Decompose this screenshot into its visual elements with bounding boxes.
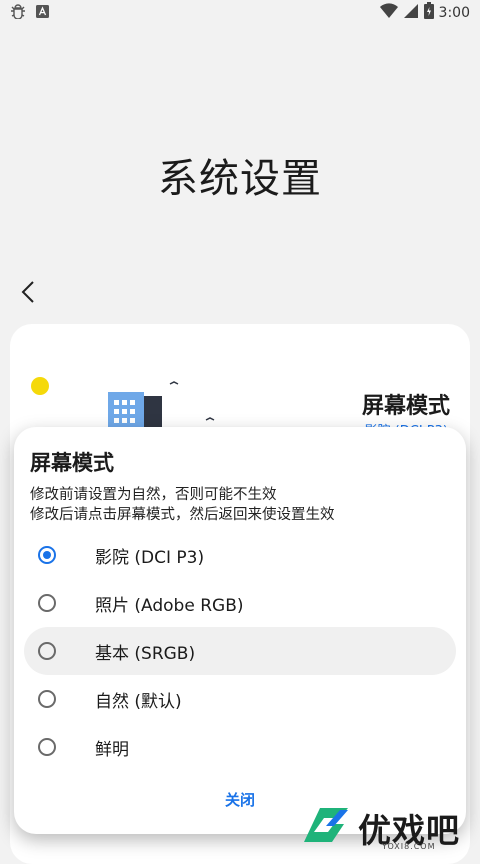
option-photo[interactable]: 照片 (Adobe RGB) [24, 579, 456, 627]
option-label: 基本 (SRGB) [95, 643, 196, 664]
radio-button[interactable] [38, 738, 56, 756]
option-label: 鲜明 [95, 739, 129, 760]
a-box-icon [36, 4, 49, 22]
radio-button[interactable] [38, 690, 56, 708]
option-basic[interactable]: 基本 (SRGB) [24, 627, 456, 675]
chevron-left-icon [21, 281, 34, 303]
dialog-message-line: 修改前请设置为自然，否则可能不生效 [30, 487, 277, 503]
option-natural[interactable]: 自然 (默认) [24, 675, 456, 723]
status-time: 3:00 [438, 4, 470, 21]
watermark-logo: 优戏吧 YOXI8.COM [300, 802, 476, 854]
option-label: 影院 (DCI P3) [95, 547, 205, 568]
option-vivid[interactable]: 鲜明 [24, 723, 456, 771]
dialog-message: 修改前请设置为自然，否则可能不生效 修改后请点击屏幕模式，然后返回来使设置生效 [30, 485, 335, 525]
option-label: 照片 (Adobe RGB) [95, 595, 244, 616]
radio-button[interactable] [38, 594, 56, 612]
bug-icon [10, 3, 26, 23]
dialog-message-line: 修改后请点击屏幕模式，然后返回来使设置生效 [30, 507, 335, 523]
card-title: 屏幕模式 [361, 394, 450, 419]
radio-button-checked[interactable] [38, 546, 56, 564]
back-button[interactable] [14, 280, 42, 312]
radio-button[interactable] [38, 642, 56, 660]
logo-icon [304, 808, 348, 842]
battery-icon [423, 2, 434, 23]
signal-icon [403, 3, 419, 23]
screen-mode-dialog: 屏幕模式 修改前请设置为自然，否则可能不生效 修改后请点击屏幕模式，然后返回来使… [14, 427, 466, 834]
wifi-icon [379, 2, 398, 23]
option-label: 自然 (默认) [95, 691, 182, 712]
option-cinema[interactable]: 影院 (DCI P3) [24, 531, 456, 579]
watermark-url: YOXI8.COM [382, 842, 436, 851]
mode-options-list: 影院 (DCI P3) 照片 (Adobe RGB) 基本 (SRGB) 自然 … [24, 531, 456, 771]
dialog-title: 屏幕模式 [30, 451, 114, 475]
page-title: 系统设置 [158, 156, 322, 202]
status-bar: 3:00 [0, 0, 480, 24]
